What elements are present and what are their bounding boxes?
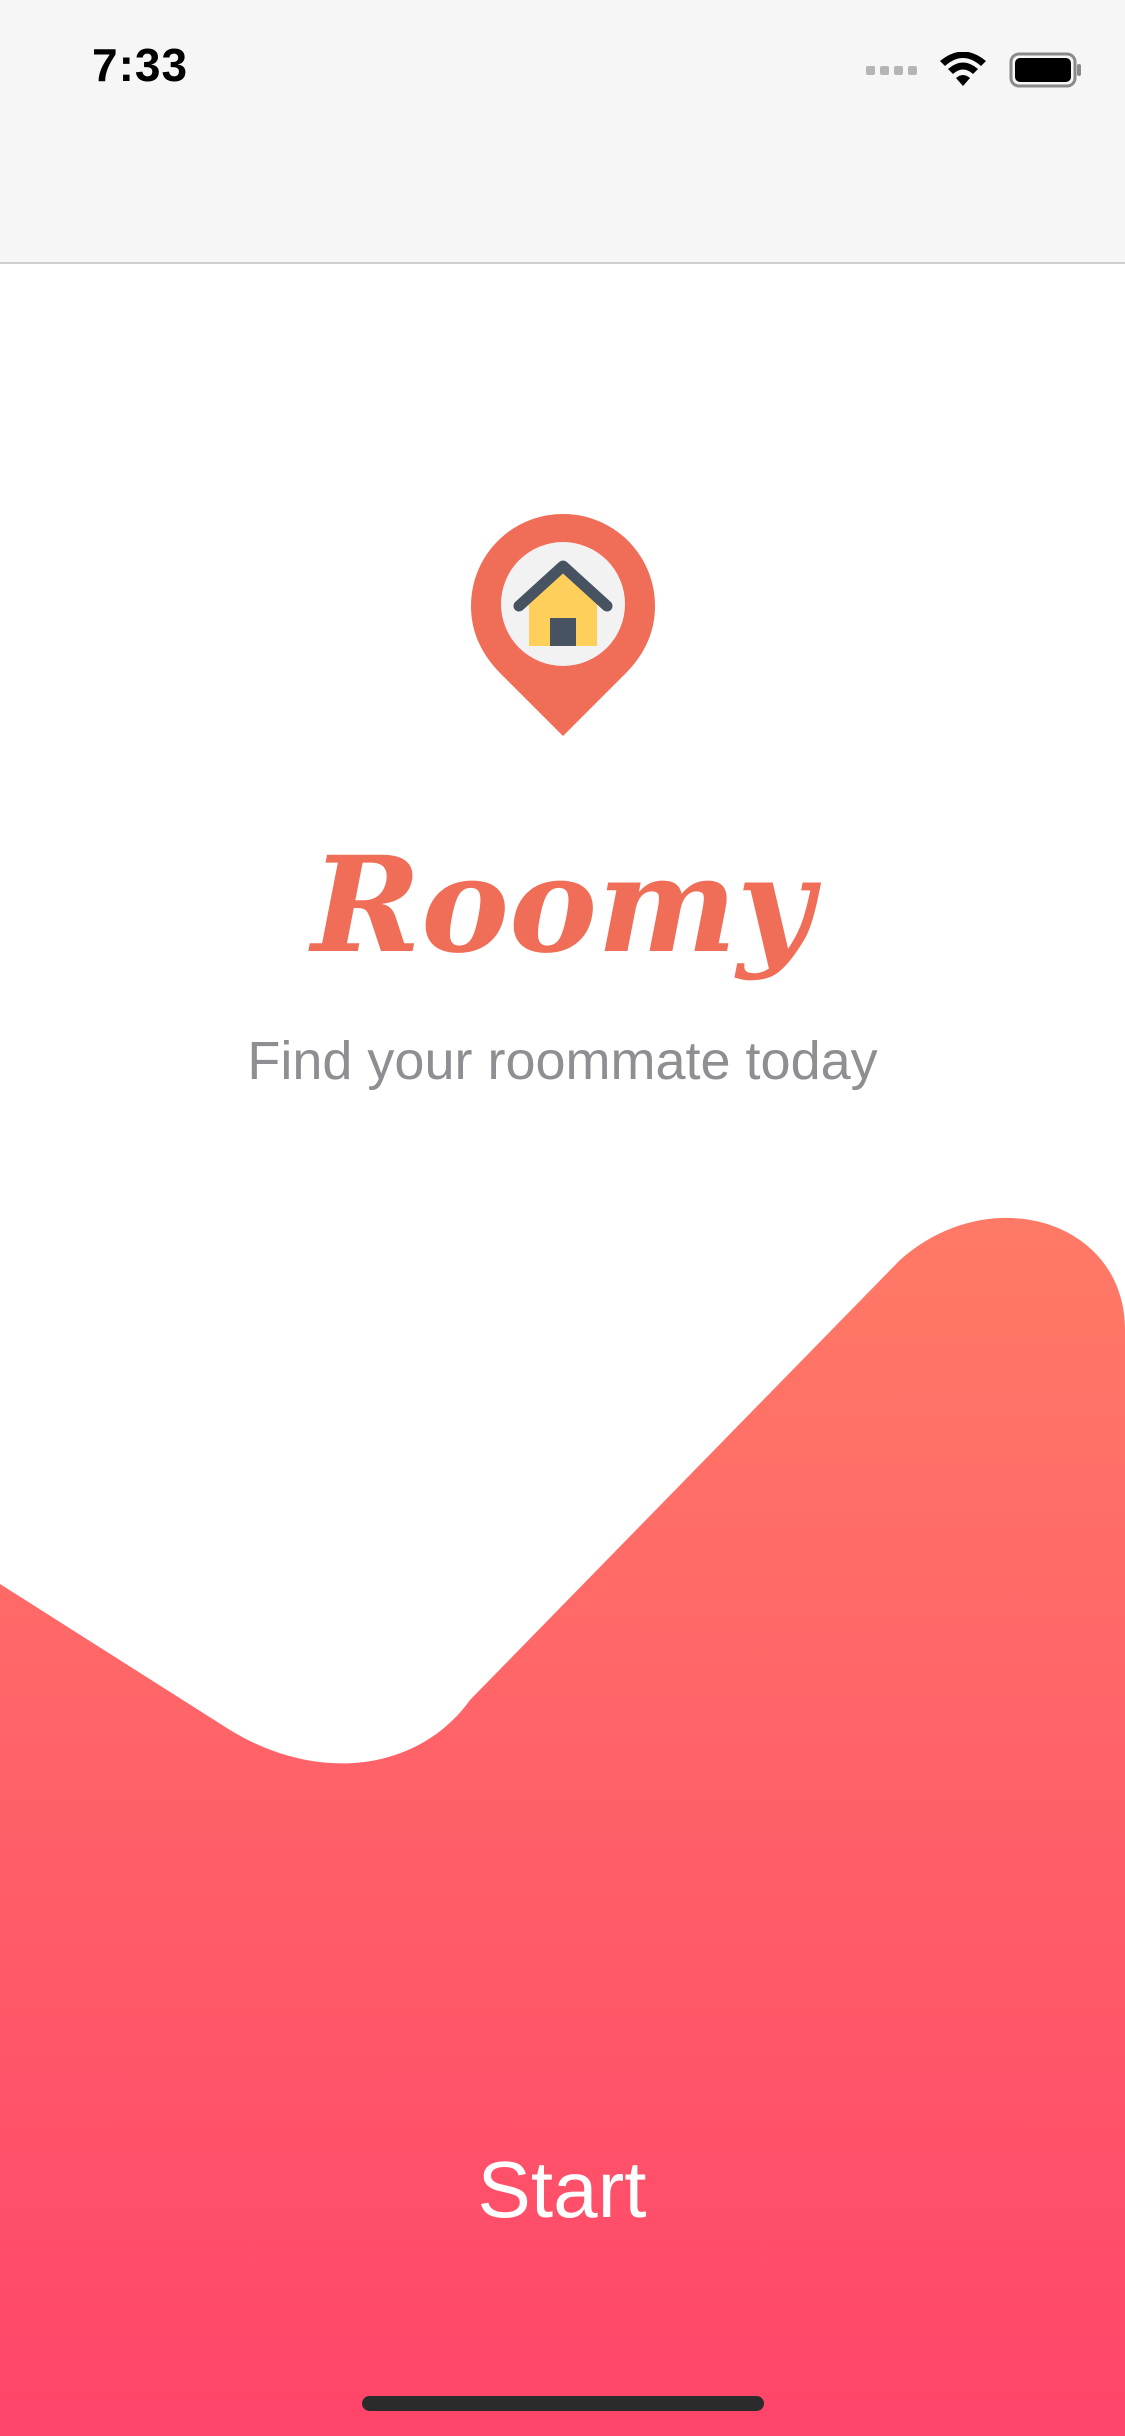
app-title: Roomy: [311, 828, 814, 983]
status-bar: 7:33: [0, 0, 1125, 264]
battery-icon: [1009, 52, 1081, 88]
wifi-icon: [940, 52, 986, 86]
background-wave: [0, 1217, 1125, 2436]
welcome-screen: 7:33 Roomy Find your roommate today Star…: [0, 0, 1125, 2436]
app-tagline: Find your roommate today: [247, 1031, 878, 1091]
status-time: 7:33: [92, 39, 189, 91]
home-indicator[interactable]: [362, 2396, 764, 2411]
house-location-pin-icon: [471, 514, 655, 736]
start-button[interactable]: Start: [362, 2130, 762, 2250]
signal-icon: [866, 65, 917, 75]
status-icons: [866, 48, 1083, 92]
